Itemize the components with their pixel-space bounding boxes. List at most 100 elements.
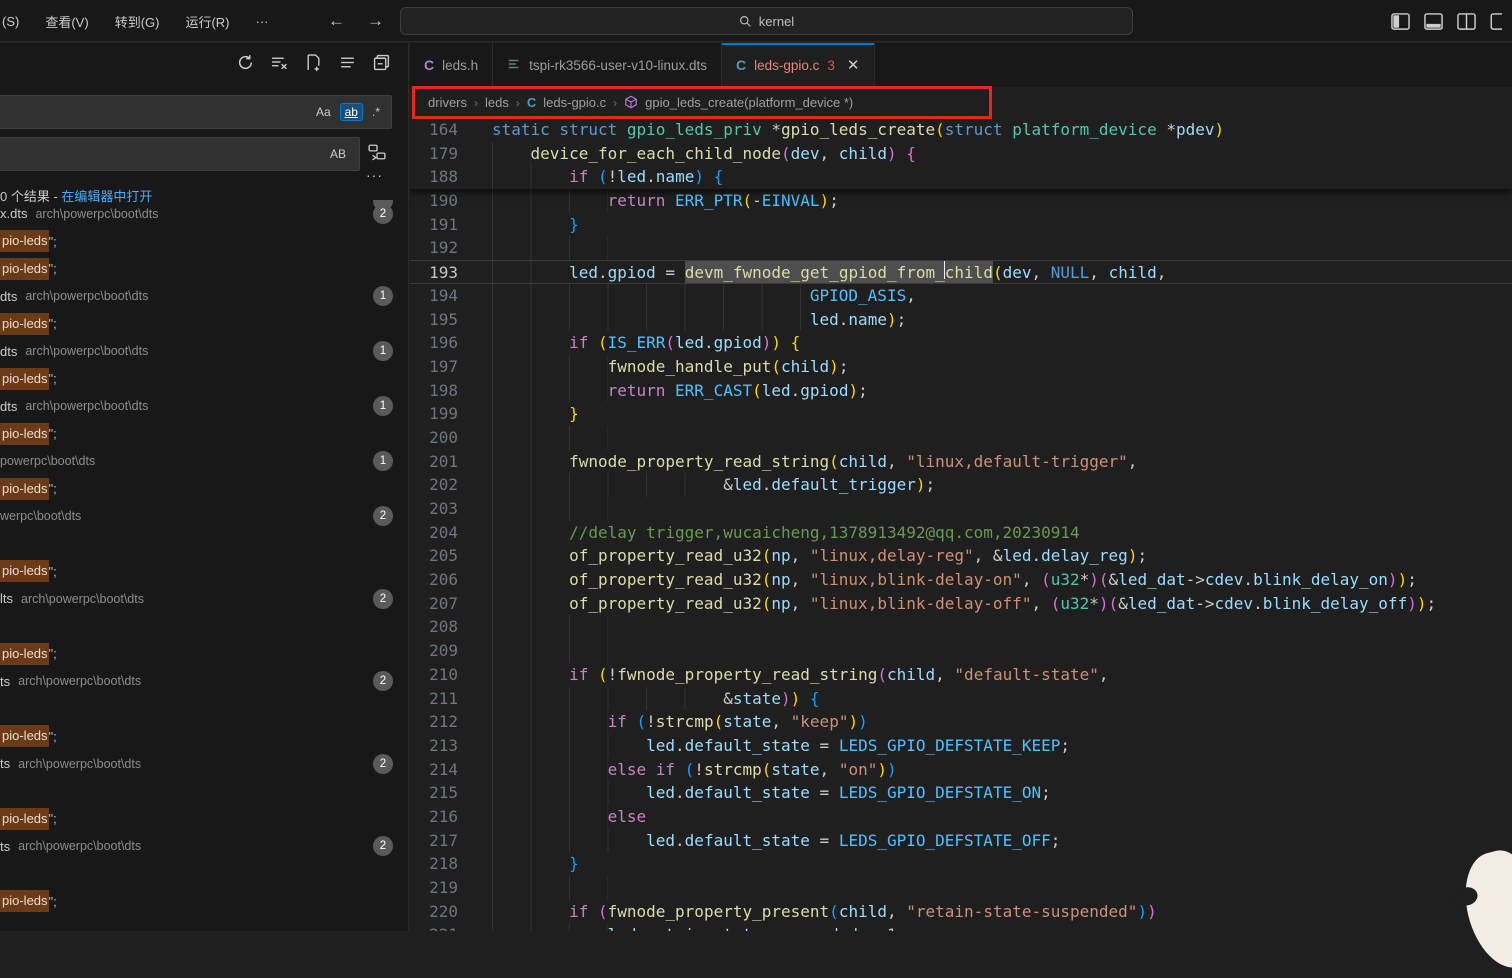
replace-all-icon[interactable] [368, 143, 386, 166]
clear-search-results-icon[interactable] [270, 53, 288, 71]
whole-word-toggle[interactable]: ab [340, 103, 363, 121]
search-result-match-row[interactable]: pio-leds"; [0, 228, 409, 256]
breadcrumb-item[interactable]: leds [485, 95, 509, 110]
go-back-icon[interactable]: ← [328, 11, 345, 31]
breadcrumb-item[interactable]: gpio_leds_create(platform_device *) [645, 95, 853, 110]
code-line-199[interactable]: 199} [410, 402, 1512, 426]
match-case-toggle[interactable]: Aa [311, 103, 336, 121]
search-input[interactable]: Aa ab .* [0, 95, 392, 129]
code-line-194[interactable]: 194GPIOD_ASIS, [410, 284, 1512, 308]
line-number[interactable]: 190 [410, 189, 458, 213]
search-result-file-row[interactable]: werpc\boot\dts2 [0, 503, 409, 531]
search-result-file-row[interactable]: x.dtsarch\powerpc\boot\dts2 [0, 200, 409, 228]
line-number[interactable]: 201 [410, 450, 458, 474]
line-number[interactable]: 202 [410, 473, 458, 497]
line-number[interactable]: 198 [410, 379, 458, 403]
line-number[interactable]: 203 [410, 497, 458, 521]
code-line-179[interactable]: 179device_for_each_child_node(dev, child… [410, 142, 1512, 166]
code-line-193[interactable]: 193led.gpiod = devm_fwnode_get_gpiod_fro… [410, 260, 1512, 284]
search-result-file-row[interactable]: ltsarch\powerpc\boot\dts2 [0, 585, 409, 613]
tab-tspi-rk3566-user-v10-linux.dts[interactable]: tspi-rk3566-user-v10-linux.dts [493, 43, 722, 87]
code-line-209[interactable]: 209 [410, 639, 1512, 663]
go-forward-icon[interactable]: → [367, 11, 384, 31]
line-number[interactable]: 218 [410, 852, 458, 876]
code-line-190[interactable]: 190return ERR_PTR(-EINVAL); [410, 189, 1512, 213]
line-number[interactable]: 194 [410, 284, 458, 308]
line-number[interactable]: 204 [410, 521, 458, 545]
code-line-210[interactable]: 210if (!fwnode_property_read_string(chil… [410, 663, 1512, 687]
menu-item-2[interactable]: 转到(G) [115, 12, 160, 31]
search-result-file-row[interactable]: dtsarch\powerpc\boot\dts1 [0, 283, 409, 311]
preserve-case-toggle[interactable]: AB [325, 145, 351, 163]
code-line-196[interactable]: 196if (IS_ERR(led.gpiod)) { [410, 331, 1512, 355]
line-number[interactable]: 200 [410, 426, 458, 450]
line-number[interactable]: 195 [410, 308, 458, 332]
code-line-221[interactable]: 221led.retain_state_suspended = 1; [410, 923, 1512, 931]
collapse-all-icon[interactable] [372, 53, 390, 71]
line-number[interactable]: 219 [410, 876, 458, 900]
search-result-match-row[interactable]: pio-leds"; [0, 420, 409, 448]
customize-layout-icon[interactable] [1490, 12, 1502, 31]
code-line-218[interactable]: 218} [410, 852, 1512, 876]
code-line-215[interactable]: 215led.default_state = LEDS_GPIO_DEFSTAT… [410, 781, 1512, 805]
code-line-212[interactable]: 212if (!strcmp(state, "keep")) [410, 710, 1512, 734]
code-line-164[interactable]: 164static struct gpio_leds_priv *gpio_le… [410, 118, 1512, 142]
code-line-197[interactable]: 197fwnode_handle_put(child); [410, 355, 1512, 379]
split-editor-icon[interactable] [1457, 12, 1476, 31]
line-number[interactable]: 191 [410, 213, 458, 237]
code-line-207[interactable]: 207of_property_read_u32(np, "linux,blink… [410, 592, 1512, 616]
replace-input[interactable]: AB [0, 137, 360, 171]
menu-item-1[interactable]: 查看(V) [45, 12, 88, 31]
line-number[interactable]: 192 [410, 236, 458, 260]
toggle-search-details-icon[interactable]: ··· [366, 167, 383, 183]
code-line-217[interactable]: 217led.default_state = LEDS_GPIO_DEFSTAT… [410, 829, 1512, 853]
code-line-188[interactable]: 188if (!led.name) { [410, 165, 1512, 189]
search-result-match-row[interactable]: pio-leds"; [0, 475, 409, 503]
line-number[interactable]: 214 [410, 758, 458, 782]
search-result-match-row[interactable]: pio-leds"; [0, 255, 409, 283]
code-line-191[interactable]: 191} [410, 213, 1512, 237]
breadcrumb-item[interactable]: drivers [428, 95, 467, 110]
line-number[interactable]: 221 [410, 923, 458, 931]
refresh-icon[interactable] [236, 53, 254, 71]
line-number[interactable]: 217 [410, 829, 458, 853]
code-line-205[interactable]: 205of_property_read_u32(np, "linux,delay… [410, 544, 1512, 568]
line-number[interactable]: 206 [410, 568, 458, 592]
search-result-match-row[interactable]: pio-leds"; [0, 723, 409, 751]
line-number[interactable]: 209 [410, 639, 458, 663]
code-line-213[interactable]: 213led.default_state = LEDS_GPIO_DEFSTAT… [410, 734, 1512, 758]
code-line-192[interactable]: 192 [410, 236, 1512, 260]
line-number[interactable]: 199 [410, 402, 458, 426]
line-number[interactable]: 196 [410, 331, 458, 355]
menu-item-0[interactable]: (S) [2, 14, 19, 29]
line-number[interactable]: 164 [410, 118, 458, 142]
toggle-panel-icon[interactable] [1424, 12, 1443, 31]
line-number[interactable]: 210 [410, 663, 458, 687]
code-line-214[interactable]: 214else if (!strcmp(state, "on")) [410, 758, 1512, 782]
line-number[interactable]: 197 [410, 355, 458, 379]
tab-close-icon[interactable]: ✕ [847, 56, 860, 74]
search-result-file-row[interactable]: dtsarch\powerpc\boot\dts1 [0, 338, 409, 366]
search-result-match-row[interactable]: pio-leds"; [0, 310, 409, 338]
code-line-216[interactable]: 216else [410, 805, 1512, 829]
line-number[interactable]: 179 [410, 142, 458, 166]
search-result-match-row[interactable]: pio-leds"; [0, 365, 409, 393]
line-number[interactable]: 188 [410, 165, 458, 189]
command-center-search[interactable]: kernel [400, 7, 1133, 35]
regex-toggle[interactable]: .* [367, 103, 385, 121]
tab-leds-gpio.c[interactable]: Cleds-gpio.c3✕ [722, 43, 875, 87]
tab-leds.h[interactable]: Cleds.h [410, 43, 493, 87]
open-new-search-editor-icon[interactable] [304, 53, 322, 71]
view-as-list-icon[interactable] [338, 53, 356, 71]
code-line-201[interactable]: 201fwnode_property_read_string(child, "l… [410, 450, 1512, 474]
toggle-sidebar-icon[interactable] [1391, 12, 1410, 31]
code-line-219[interactable]: 219 [410, 876, 1512, 900]
line-number[interactable]: 211 [410, 687, 458, 711]
code-line-200[interactable]: 200 [410, 426, 1512, 450]
search-result-file-row[interactable]: powerpc\boot\dts1 [0, 448, 409, 476]
code-line-203[interactable]: 203 [410, 497, 1512, 521]
search-result-match-row[interactable]: pio-leds"; [0, 640, 409, 668]
breadcrumb-item[interactable]: leds-gpio.c [543, 95, 606, 110]
line-number[interactable]: 216 [410, 805, 458, 829]
search-result-file-row[interactable]: dtsarch\powerpc\boot\dts1 [0, 393, 409, 421]
